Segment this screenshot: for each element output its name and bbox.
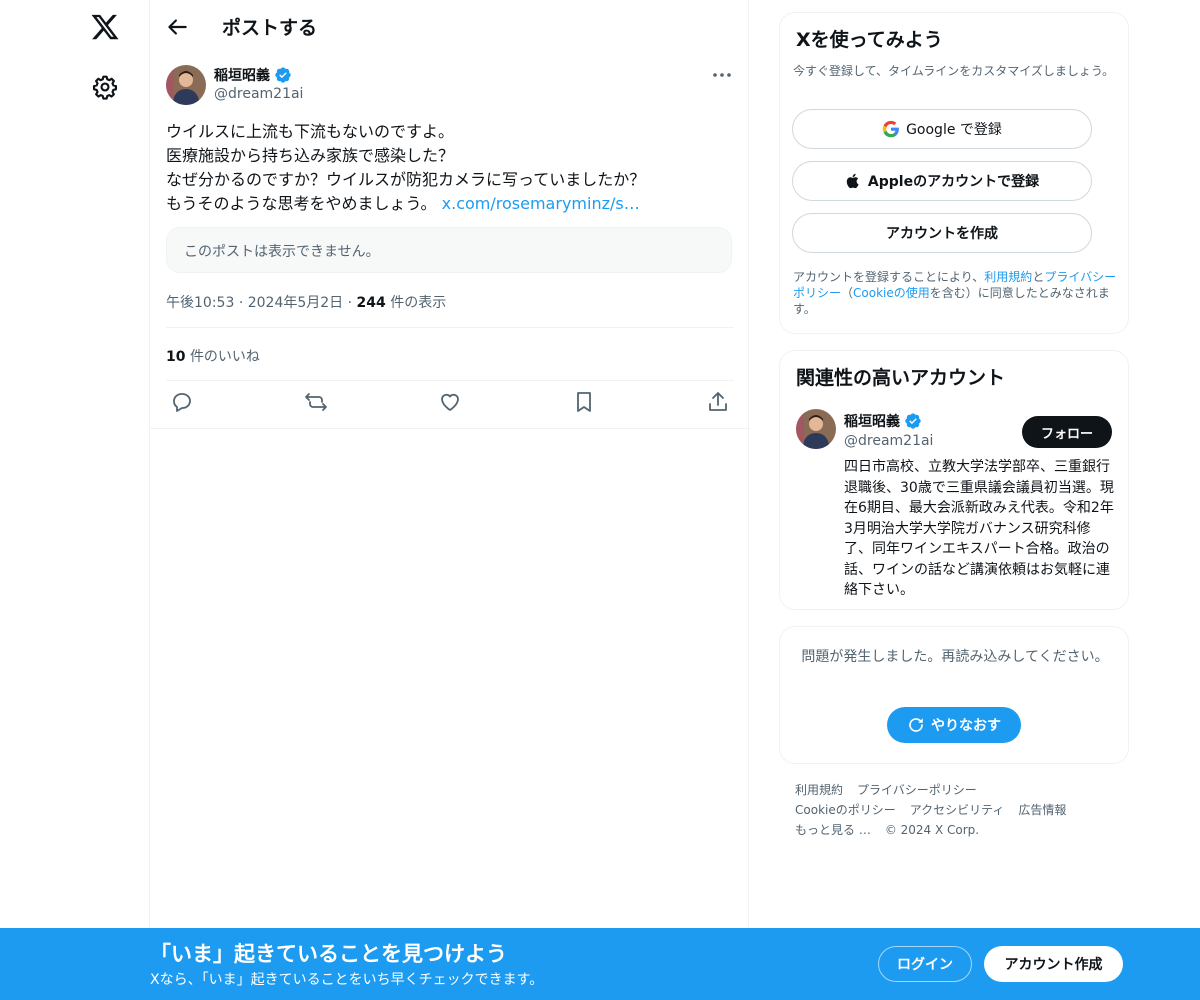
related-card-title: 関連性の高いアカウント [796,367,1006,389]
main-column: ポストする 稲垣昭義 @dream21ai ウイルスに上流も下流もないのですよ。… [149,0,750,930]
tweet-line-last: もうそのような思考をやめましょう。 x.com/rosemaryminz/s… [166,192,736,216]
likes-count: 10 [166,349,186,365]
related-account-name-text: 稲垣昭義 [844,414,900,430]
retry-button[interactable]: やりなおす [887,707,1021,743]
related-account-handle[interactable]: @dream21ai [844,433,933,449]
avatar[interactable] [166,65,206,105]
gear-icon[interactable] [92,74,118,100]
author-name[interactable]: 稲垣昭義 [214,65,292,85]
legal-prefix: アカウントを登録することにより、 [793,270,985,284]
bookmark-icon[interactable] [572,390,596,414]
likes-stat[interactable]: 10 件のいいね [166,346,260,366]
tweet-link[interactable]: x.com/rosemaryminz/s… [442,194,640,213]
meta-separator: · [347,295,357,311]
likes-label: 件のいいね [189,349,260,365]
verified-icon [275,67,291,83]
related-account-bio: 四日市高校、立教大学法学部卒、三重銀行退職後、30歳で三重県議会議員初当選。現在… [844,459,1114,598]
tweet-text: ウイルスに上流も下流もないのですよ。 医療施設から持ち込み家族で感染した？ なぜ… [166,120,736,216]
google-signup-button[interactable]: Google で登録 [792,109,1092,149]
create-account-label: アカウントを作成 [886,226,998,242]
signup-button[interactable]: アカウント作成 [984,946,1123,982]
cookie-link[interactable]: Cookieの使用 [853,286,930,300]
repost-icon[interactable] [304,390,328,414]
legal-mid: （ [841,286,854,300]
footer-link[interactable]: Cookieのポリシー [795,800,896,820]
copyright: © 2024 X Corp. [884,823,980,837]
like-icon[interactable] [438,390,462,414]
share-icon[interactable] [706,390,730,414]
back-arrow-icon[interactable] [164,14,190,40]
x-logo-icon[interactable] [90,12,120,42]
error-card: 問題が発生しました。再読み込みしてください。 やりなおす [779,626,1129,764]
divider [166,327,734,328]
avatar[interactable] [796,409,836,449]
signup-banner: 「いま」起きていることを見つけよう Xなら、「いま」起きていることをいち早くチェ… [0,928,1200,1000]
views-count: 244 [356,295,386,311]
tweet-actions [150,390,750,420]
tweet-line-text: もうそのような思考をやめましょう。 [166,194,437,213]
legal-and: と [1032,270,1045,284]
related-accounts-card: 関連性の高いアカウント 稲垣昭義 @dream21ai フォロー 四日市高校、立… [779,350,1129,610]
tweet-meta: 午後10:53 · 2024年5月2日 · 244 件の表示 [166,292,446,312]
follow-button[interactable]: フォロー [1022,416,1112,448]
apple-icon [846,173,859,189]
reply-icon[interactable] [170,390,194,414]
legal-text: アカウントを登録することにより、利用規約とプライバシーポリシー（Cookieの使… [793,269,1123,317]
error-message: 問題が発生しました。再読み込みしてください。 [801,649,1109,665]
footer-link[interactable]: 利用規約 [795,780,843,800]
views-label: 件の表示 [390,295,447,311]
more-icon[interactable] [710,66,734,84]
footer-link[interactable]: プライバシーポリシー [857,780,977,800]
footer-link[interactable]: 広告情報 [1018,800,1066,820]
verified-icon [905,413,921,429]
google-icon [882,120,899,138]
signup-card: Xを使ってみよう 今すぐ登録して、タイムラインをカスタマイズしましょう。 Goo… [779,12,1129,334]
terms-link[interactable]: 利用規約 [984,270,1032,284]
apple-signup-label: Appleのアカウントで登録 [867,174,1040,190]
left-nav [0,0,150,1000]
page-title: ポストする [222,17,318,39]
signup-card-title: Xを使ってみよう [796,29,943,51]
divider [150,428,750,429]
signup-card-subtitle: 今すぐ登録して、タイムラインをカスタマイズしましょう。 [793,64,1115,78]
tweet-time[interactable]: 午後10:53 [166,295,234,311]
page-header: ポストする [150,0,750,54]
create-account-button[interactable]: アカウントを作成 [792,213,1092,253]
author-name-text: 稲垣昭義 [214,68,270,84]
divider [166,380,734,381]
footer-link[interactable]: アクセシビリティ [910,800,1005,820]
retry-label: やりなおす [931,718,1001,734]
meta-separator: · [238,295,248,311]
related-account-name[interactable]: 稲垣昭義 [844,411,922,431]
refresh-icon [909,718,923,732]
footer-links: 利用規約 プライバシーポリシー Cookieのポリシー アクセシビリティ 広告情… [795,780,1125,840]
banner-subtitle: Xなら、「いま」起きていることをいち早くチェックできます。 [150,972,544,988]
quote-unavailable-box: このポストは表示できません。 [166,227,732,273]
google-signup-label: Google で登録 [906,122,1002,138]
author-handle[interactable]: @dream21ai [214,86,303,102]
apple-signup-button[interactable]: Appleのアカウントで登録 [792,161,1092,201]
tweet-date[interactable]: 2024年5月2日 [248,295,343,311]
tweet-line: なぜ分かるのですか？ウイルスが防犯カメラに写っていましたか？ [166,170,646,189]
quote-unavailable-text: このポストは表示できません。 [184,244,380,260]
banner-title: 「いま」起きていることを見つけよう [150,942,507,966]
tweet-line: ウイルスに上流も下流もないのですよ。 [166,122,455,141]
footer-link[interactable]: もっと見る … [795,820,871,840]
tweet-line: 医療施設から持ち込み家族で感染した？ [166,146,455,165]
login-button[interactable]: ログイン [878,946,972,982]
